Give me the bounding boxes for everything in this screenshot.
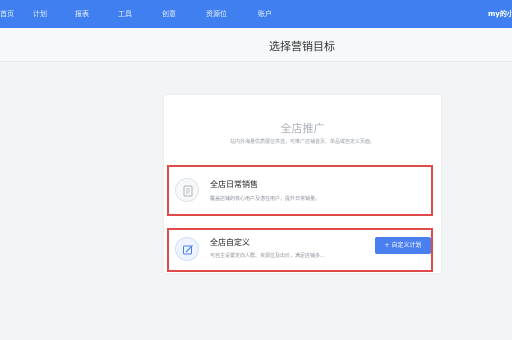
nav-item-home[interactable]: 首页 xyxy=(0,0,33,28)
create-custom-plan-button[interactable]: + 自定义计划 xyxy=(375,237,431,254)
nav-item-creative[interactable]: 创意 xyxy=(162,0,206,28)
nav-menu: 首页 计划 报表 工具 创意 资源位 账户 xyxy=(0,0,288,28)
card-description: 站内外海量优质展位供选，可推广店铺首页、单品或自定义页面。 xyxy=(229,139,375,145)
nav-item-account[interactable]: 账户 xyxy=(258,0,288,28)
nav-item-resources[interactable]: 资源位 xyxy=(206,0,258,28)
option-custom-description: 可自主设置定向人群、资源位及出价，满足店铺多... xyxy=(210,253,325,259)
option-daily-title: 全店日常销售 xyxy=(210,180,258,189)
top-nav-bar: 首页 计划 报表 工具 创意 资源位 账户 my的小 xyxy=(0,0,512,28)
nav-item-plan[interactable]: 计划 xyxy=(33,0,75,28)
nav-item-tools[interactable]: 工具 xyxy=(118,0,162,28)
option-daily-sales[interactable]: 全店日常销售 覆盖店铺的核心用户及潜在用户，提升日常销量。 xyxy=(167,165,433,216)
page-header: 选择营销目标 xyxy=(0,28,512,62)
document-icon xyxy=(175,178,199,202)
user-name[interactable]: my的小 xyxy=(488,0,512,28)
option-custom-title: 全店自定义 xyxy=(210,238,250,247)
option-daily-description: 覆盖店铺的核心用户及潜在用户，提升日常销量。 xyxy=(210,196,321,202)
option-custom[interactable]: 全店自定义 可自主设置定向人群、资源位及出价，满足店铺多... + 自定义计划 xyxy=(167,228,433,272)
page-title: 选择营销目标 xyxy=(269,40,335,53)
edit-icon xyxy=(175,237,199,261)
card-title: 全店推广 xyxy=(280,122,325,135)
nav-item-reports[interactable]: 报表 xyxy=(75,0,118,28)
